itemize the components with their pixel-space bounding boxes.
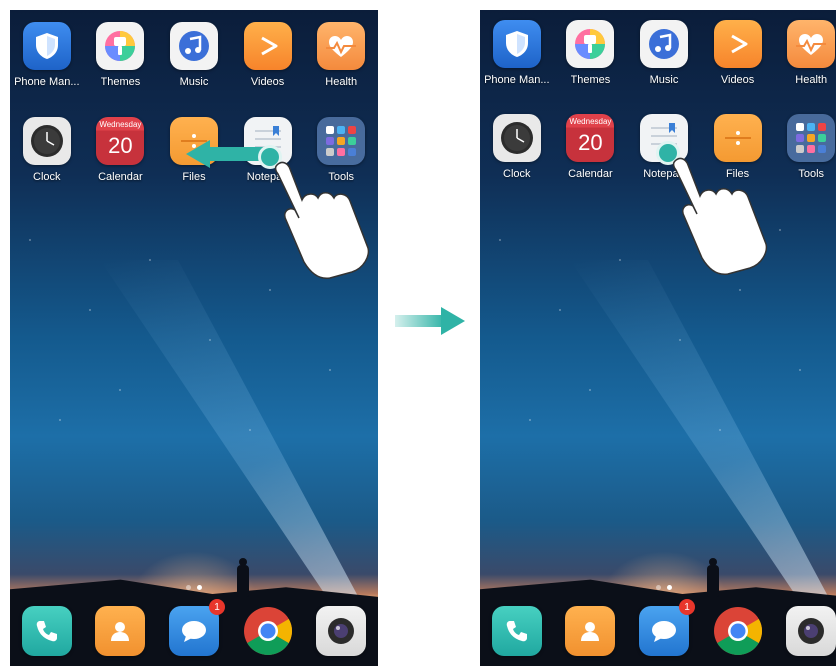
app-label: Music [179,76,209,88]
shield-icon [22,22,71,70]
calendar-date: 20 [108,133,133,158]
folder-grid-icon [317,117,366,165]
app-health[interactable]: Health [775,20,836,86]
app-label: Clock [503,168,531,180]
page-indicator [10,585,378,590]
folder-icon [713,114,762,162]
app-themes[interactable]: Themes [554,20,626,86]
chrome-icon[interactable] [713,606,763,656]
app-videos[interactable]: Videos [232,22,304,88]
app-tools[interactable]: Tools [775,114,836,180]
brush-icon [96,22,145,70]
app-calendar[interactable]: Wednesday 20 Calendar [554,114,626,180]
play-icon [713,20,762,68]
unread-badge: 1 [208,599,225,615]
wallpaper-person [706,558,720,598]
messages-icon[interactable]: 1 [168,599,225,656]
chrome-icon[interactable] [243,606,293,656]
app-label: Calendar [98,171,143,183]
page-indicator [480,585,836,590]
brush-icon [566,20,615,68]
app-clock[interactable]: Clock [481,114,553,180]
app-label: Videos [250,76,285,88]
app-label: Phone Man... [484,74,550,86]
transition-arrow [395,307,465,335]
contacts-icon[interactable] [565,606,616,656]
app-label: Tools [798,168,825,180]
phone-icon[interactable] [21,606,72,656]
app-clock[interactable]: Clock [11,117,83,183]
clock-icon [22,117,71,165]
contacts-icon[interactable] [95,606,146,656]
dock: 1 [480,599,836,656]
app-videos[interactable]: Videos [702,20,774,86]
app-label: Health [325,76,358,88]
app-label: Phone Man... [14,76,80,88]
calendar-icon: Wednesday 20 [566,114,615,162]
app-row-1: Phone Man... Themes Music Videos Health [10,22,378,88]
music-note-icon [169,22,218,70]
app-health[interactable]: Health [305,22,377,88]
calendar-icon: Wednesday 20 [96,117,145,165]
app-phone-manager[interactable]: Phone Man... [11,22,83,88]
app-label: Health [795,74,828,86]
heart-icon [787,20,836,68]
app-label: Themes [570,74,611,86]
app-calendar[interactable]: Wednesday 20 Calendar [84,117,156,183]
camera-icon[interactable] [316,606,367,656]
app-label: Files [182,171,206,183]
app-label: Calendar [568,168,613,180]
page-dot-active [667,585,672,590]
page-dot [186,585,191,590]
heart-icon [317,22,366,70]
app-themes[interactable]: Themes [84,22,156,88]
messages-icon[interactable]: 1 [638,599,695,656]
app-row-1: Phone Man... Themes Music Videos Health [480,20,836,86]
app-label: Clock [33,171,61,183]
phone-screen-before: Phone Man... Themes Music Videos Health [10,10,378,666]
camera-icon[interactable] [786,606,836,656]
calendar-weekday: Wednesday [569,117,612,126]
calendar-date: 20 [578,130,603,155]
phone-screen-after: Phone Man... Themes Music Videos Health [480,10,836,666]
phone-icon[interactable] [491,606,542,656]
app-label: Videos [720,74,755,86]
unread-badge: 1 [678,599,695,615]
clock-icon [492,114,541,162]
hand-pointer-icon [274,161,370,280]
app-music[interactable]: Music [628,20,700,86]
calendar-weekday: Wednesday [99,120,142,129]
music-note-icon [639,20,688,68]
hand-pointer-icon [672,157,768,276]
dock: 1 [10,599,378,656]
folder-grid-icon [787,114,836,162]
app-phone-manager[interactable]: Phone Man... [481,20,553,86]
play-icon [243,22,292,70]
app-music[interactable]: Music [158,22,230,88]
app-label: Themes [100,76,141,88]
wallpaper-person [236,558,250,598]
app-label: Music [649,74,679,86]
page-dot-active [197,585,202,590]
page-dot [656,585,661,590]
shield-icon [492,20,541,68]
